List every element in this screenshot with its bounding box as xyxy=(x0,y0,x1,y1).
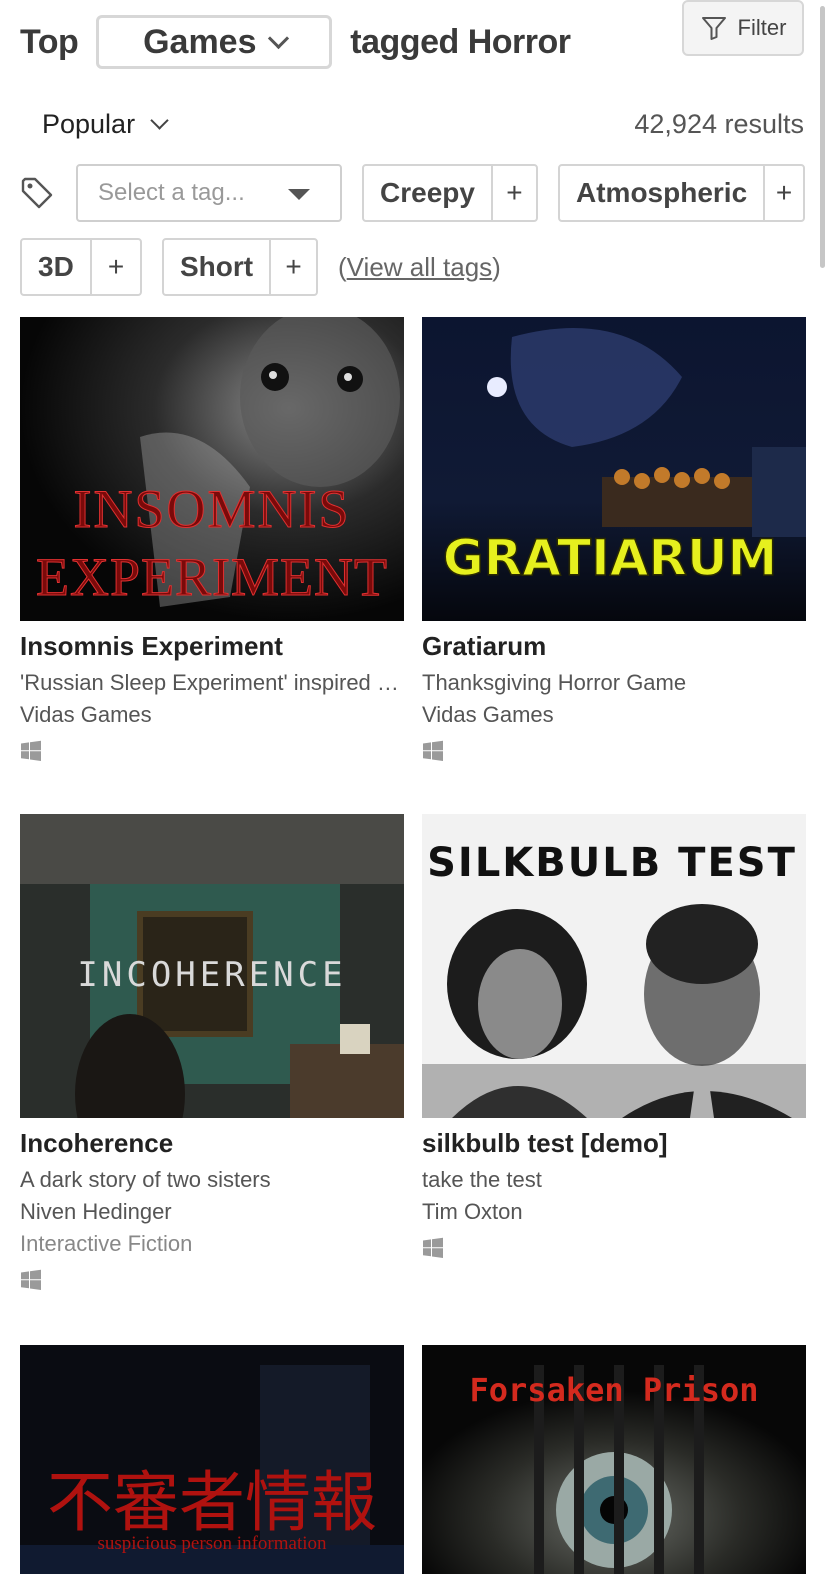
game-author-link[interactable]: Vidas Games xyxy=(422,702,806,728)
chevron-down-icon xyxy=(150,110,169,130)
svg-text:INSOMNIS: INSOMNIS xyxy=(73,479,350,539)
type-select-value: Games xyxy=(143,22,257,61)
windows-icon xyxy=(423,1237,443,1258)
tag-icon xyxy=(21,177,53,209)
sort-select[interactable]: Popular xyxy=(42,104,169,144)
svg-text:suspicious person information: suspicious person information xyxy=(97,1533,327,1554)
game-description: Thanksgiving Horror Game xyxy=(422,670,687,695)
game-description: A dark story of two sisters xyxy=(20,1167,271,1192)
game-cover-image[interactable]: SILKBULB TEST xyxy=(422,814,806,1118)
game-cover-image[interactable]: INCOHERENCE xyxy=(20,814,404,1118)
game-author-link[interactable]: Vidas Games xyxy=(20,702,404,728)
results-count: 42,924 results xyxy=(634,108,804,139)
game-title-link[interactable]: Incoherence xyxy=(20,1128,404,1159)
filter-label: Filter xyxy=(737,15,787,40)
windows-icon xyxy=(21,1269,41,1290)
add-tag-creepy-button[interactable]: + xyxy=(490,166,536,220)
game-card: 不審者情報 suspicious person information xyxy=(20,1345,404,1574)
tag-button-atmospheric: Atmospheric + xyxy=(558,164,805,222)
svg-text:INCOHERENCE: INCOHERENCE xyxy=(77,955,346,995)
game-title-link[interactable]: silkbulb test [demo] xyxy=(422,1128,806,1159)
game-author-link[interactable]: Niven Hedinger xyxy=(20,1199,404,1225)
svg-text:Forsaken Prison: Forsaken Prison xyxy=(470,1371,759,1409)
tag-link-3d[interactable]: 3D xyxy=(22,240,90,294)
game-cover-image[interactable]: INSOMNIS EXPERIMENT xyxy=(20,317,404,621)
scrollbar[interactable] xyxy=(820,6,825,268)
tag-link-atmospheric[interactable]: Atmospheric xyxy=(560,166,763,220)
game-card: Forsaken Prison xyxy=(422,1345,806,1574)
game-genre: Interactive Fiction xyxy=(20,1231,193,1256)
caret-down-icon xyxy=(288,189,310,200)
tag-link-short[interactable]: Short xyxy=(164,240,269,294)
windows-icon xyxy=(21,740,41,761)
header-tagged-label: tagged Horror xyxy=(350,22,571,61)
view-all-tags-link[interactable]: (View all tags) xyxy=(338,238,501,296)
game-description: 'Russian Sleep Experiment' inspired horr… xyxy=(20,670,404,695)
chevron-down-icon xyxy=(267,27,289,49)
sort-select-value: Popular xyxy=(42,108,136,139)
game-card: GRATIARUM Gratiarum Thanksgiving Horror … xyxy=(422,317,806,767)
add-tag-3d-button[interactable]: + xyxy=(90,240,140,294)
tag-button-short: Short + xyxy=(162,238,318,296)
tag-select[interactable]: Select a tag... xyxy=(76,164,342,222)
game-cover-image[interactable]: Forsaken Prison xyxy=(422,1345,806,1574)
tag-link-creepy[interactable]: Creepy xyxy=(364,166,491,220)
type-select[interactable]: Games xyxy=(96,15,333,69)
svg-text:不審者情報: 不審者情報 xyxy=(47,1464,377,1541)
header-top-label: Top xyxy=(20,22,79,61)
windows-icon xyxy=(423,740,443,761)
game-title-link[interactable]: Gratiarum xyxy=(422,631,806,662)
svg-text:GRATIARUM: GRATIARUM xyxy=(443,529,778,587)
svg-text:SILKBULB TEST: SILKBULB TEST xyxy=(427,840,797,886)
game-card: SILKBULB TEST silkbulb test [demo] take … xyxy=(422,814,806,1264)
add-tag-short-button[interactable]: + xyxy=(269,240,316,294)
game-title-link[interactable]: Insomnis Experiment xyxy=(20,631,404,662)
game-cover-image[interactable]: GRATIARUM xyxy=(422,317,806,621)
tag-select-placeholder: Select a tag... xyxy=(98,179,245,206)
tag-button-3d: 3D + xyxy=(20,238,142,296)
filter-button[interactable]: Filter xyxy=(682,0,804,56)
game-card: INSOMNIS EXPERIMENT Insomnis Experiment … xyxy=(20,317,404,767)
game-description: take the test xyxy=(422,1167,542,1192)
svg-text:EXPERIMENT: EXPERIMENT xyxy=(36,547,388,607)
game-cover-image[interactable]: 不審者情報 suspicious person information xyxy=(20,1345,404,1574)
filter-icon xyxy=(701,17,726,40)
game-author-link[interactable]: Tim Oxton xyxy=(422,1199,806,1225)
page-header: Top Games tagged Horror xyxy=(20,12,571,72)
add-tag-atmospheric-button[interactable]: + xyxy=(763,166,803,220)
game-card: INCOHERENCE Incoherence A dark story of … xyxy=(20,814,404,1296)
tag-button-creepy: Creepy + xyxy=(362,164,538,222)
view-all-tags-label: View all tags xyxy=(346,251,493,282)
